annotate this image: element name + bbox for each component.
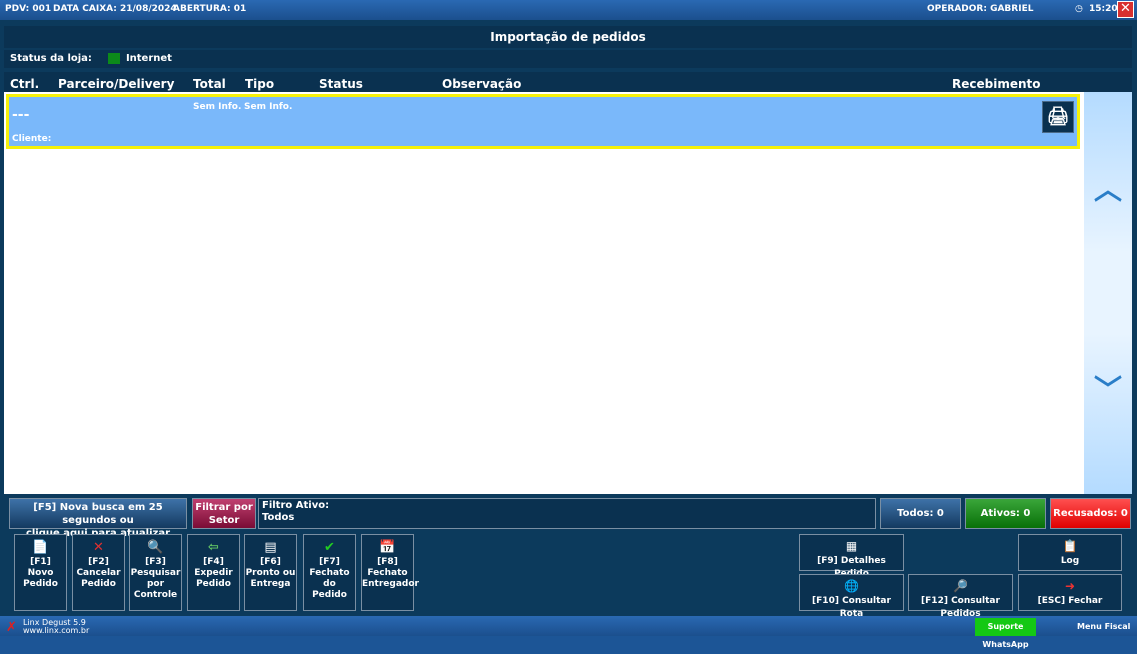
print-icon[interactable]: 🖨	[1042, 101, 1074, 133]
route-button[interactable]: 🌐 [F10] Consultar Rota	[799, 574, 904, 619]
filter-value: Todos	[262, 512, 295, 523]
fkey-l1: Fechato	[367, 568, 408, 578]
store-status-label: Status da loja:	[10, 53, 92, 64]
active-filter: Filtro Ativo: Todos	[258, 498, 876, 529]
magnifier-icon: 🔍	[147, 540, 164, 555]
store-status: Status da loja: Internet	[4, 50, 1132, 68]
linx-logo-icon: ✗	[6, 620, 17, 635]
fkey-l2: Pedido	[23, 579, 58, 589]
filter-line1: Filtrar por	[195, 502, 253, 513]
btn-label: Log	[1060, 556, 1080, 566]
new-document-icon: 📄	[32, 540, 49, 555]
refused-count-button[interactable]: Recusados: 0	[1050, 498, 1131, 529]
log-icon: 📋	[1062, 539, 1078, 553]
orders-list	[4, 92, 1084, 494]
filter-line2: Setor	[208, 515, 240, 526]
bottom-bar	[0, 616, 1137, 636]
row-tipo: Sem Info.	[244, 102, 293, 112]
time-label: 15:20	[1089, 4, 1118, 14]
fkey-l1: Novo	[27, 568, 54, 578]
new-order-button[interactable]: 📄 [F1] Novo Pedido	[14, 534, 67, 611]
all-count-button[interactable]: Todos: 0	[880, 498, 961, 529]
data-caixa-label: DATA CAIXA: 21/08/2024	[53, 4, 177, 14]
clock-icon: ◷	[1075, 4, 1083, 14]
btn-label: [ESC] Fechar	[1037, 596, 1103, 606]
fkey: [F6]	[260, 557, 281, 567]
store-status-value: Internet	[125, 53, 172, 64]
fkey: [F3]	[145, 557, 166, 567]
fkey: [F7]	[319, 557, 340, 567]
scrollbar[interactable]: ︿ ﹀	[1084, 92, 1132, 494]
row-total: Sem Info.	[193, 102, 242, 112]
check-icon: ✔	[324, 540, 335, 555]
fkey-l1: Pesquisar	[130, 568, 181, 578]
app-site: www.linx.com.br	[23, 626, 90, 635]
table-header: Ctrl. Parceiro/Delivery Total Tipo Statu…	[4, 72, 1132, 92]
search-document-icon: 🔎	[953, 579, 968, 593]
refresh-line1: [F5] Nova busca em 25 segundos ou	[33, 502, 163, 526]
status-indicator-icon	[107, 52, 120, 64]
scroll-up-icon[interactable]: ︿	[1094, 176, 1122, 204]
scroll-down-icon[interactable]: ﹀	[1094, 376, 1122, 404]
fkey-l2: Pedido	[81, 579, 116, 589]
fkey: [F2]	[88, 557, 109, 567]
fkey-l2: Entrega	[250, 579, 291, 589]
search-orders-button[interactable]: 🔎 [F12] Consultar Pedidos	[908, 574, 1013, 619]
dispatch-order-button[interactable]: ⇦ [F4] Expedir Pedido	[187, 534, 240, 611]
ready-delivery-button[interactable]: ▤ [F6] Pronto ou Entrega	[244, 534, 297, 611]
app-version: Linx Degust 5.9 www.linx.com.br	[23, 619, 89, 635]
page-title: Importação de pedidos	[4, 26, 1132, 48]
top-status-bar: PDV: 001 DATA CAIXA: 21/08/2024 ABERTURA…	[0, 0, 1137, 20]
fkey-l2: por Controle	[133, 579, 178, 600]
close-window-button[interactable]: ✕	[1117, 1, 1134, 18]
fkey-l2: Pedido	[312, 590, 347, 600]
row-cliente: Cliente:	[12, 134, 52, 144]
refresh-button[interactable]: [F5] Nova busca em 25 segundos ouclique …	[9, 498, 187, 552]
menu-fiscal-link[interactable]: Menu Fiscal	[1077, 622, 1130, 631]
fkey-l1: Pronto ou	[245, 568, 296, 578]
abertura-label: ABERTURA: 01	[173, 4, 247, 14]
active-count-button[interactable]: Ativos: 0	[965, 498, 1046, 529]
fkey-l2: Pedido	[196, 579, 231, 589]
fkey-l1: Cancelar	[76, 568, 121, 578]
exit-door-icon: ➜	[1064, 579, 1076, 593]
operator-label: OPERADOR: GABRIEL	[927, 4, 1034, 14]
document-icon: ▤	[264, 540, 277, 555]
cancel-order-button[interactable]: ✕ [F2] Cancelar Pedido	[72, 534, 125, 611]
order-details-button[interactable]: ▦[F9] Detalhes Pedido	[799, 534, 904, 579]
fkey: [F1]	[30, 557, 51, 567]
globe-icon: 🌐	[844, 579, 859, 593]
col-parceiro: Parceiro/Delivery	[58, 77, 175, 91]
x-icon: ✕	[93, 540, 104, 555]
search-control-button[interactable]: 🔍 [F3] Pesquisar por Controle	[129, 534, 182, 611]
calculator-icon: ▦	[845, 539, 858, 553]
close-courier-button[interactable]: 📅 [F8] Fechato Entregador	[361, 534, 419, 611]
exit-button[interactable]: ➜ [ESC] Fechar	[1018, 574, 1122, 611]
row-ctrl: ---	[12, 107, 30, 123]
dispatch-icon: ⇦	[208, 540, 219, 555]
col-total: Total	[193, 77, 226, 91]
close-order-button[interactable]: ✔ [F7] Fechato do Pedido	[303, 534, 356, 611]
fkey-l2: Entregador	[362, 579, 419, 589]
calendar-icon: 📅	[379, 540, 396, 555]
filter-sector-button[interactable]: Filtrar por Setor	[192, 498, 256, 529]
fkey-l1: Fechato do	[309, 568, 350, 589]
col-status: Status	[319, 77, 363, 91]
col-observacao: Observação	[442, 77, 522, 91]
table-row[interactable]: --- Sem Info. Sem Info. Cliente: 🖨	[6, 94, 1080, 149]
col-tipo: Tipo	[245, 77, 275, 91]
fkey: [F8]	[377, 557, 398, 567]
pdv-label: PDV: 001	[5, 4, 52, 14]
whatsapp-support-button[interactable]: Suporte WhatsApp	[975, 618, 1036, 649]
fkey: [F4]	[203, 557, 224, 567]
filter-label: Filtro Ativo:	[262, 500, 330, 511]
log-button[interactable]: 📋 Log	[1018, 534, 1122, 571]
col-ctrl: Ctrl.	[10, 77, 40, 91]
fkey-l1: Expedir	[194, 568, 233, 578]
col-recebimento: Recebimento	[952, 77, 1041, 91]
